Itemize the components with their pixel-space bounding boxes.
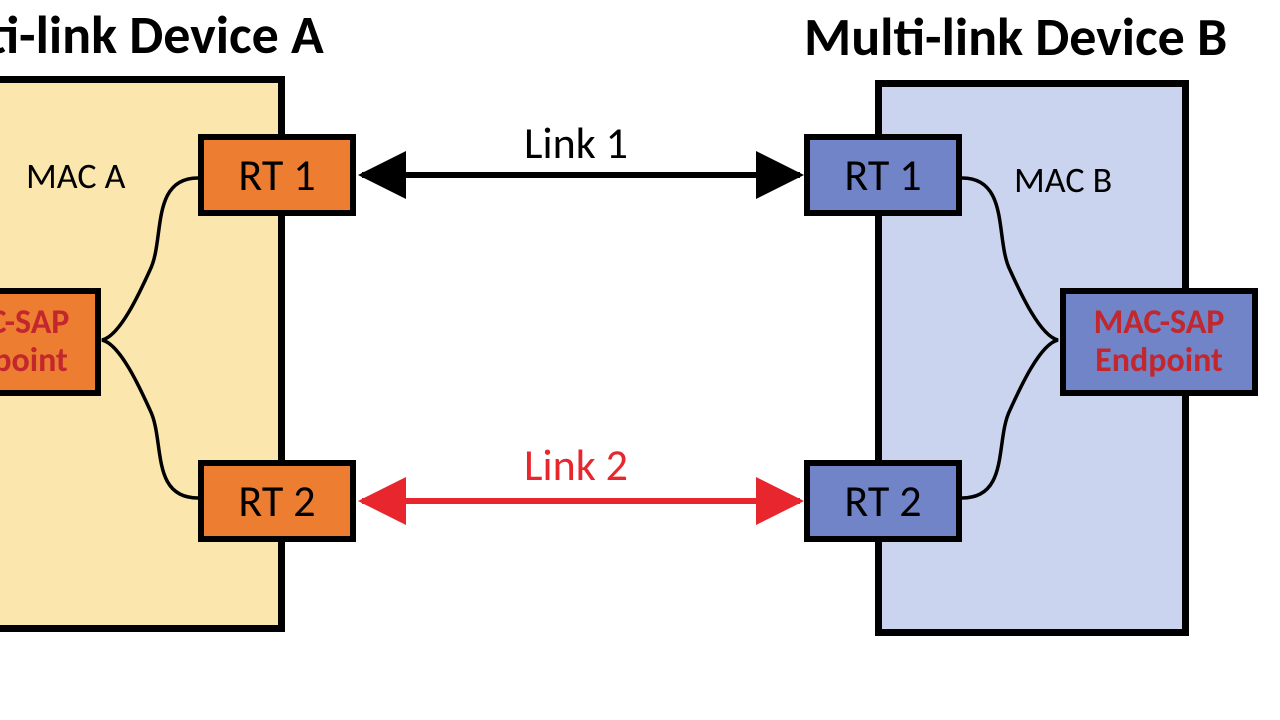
sap-line2: Endpoint <box>1095 342 1223 380</box>
link1-label: Link 1 <box>524 116 628 170</box>
title-device-a: Multi-link Device A <box>0 2 324 68</box>
device-b-rt2: RT 2 <box>804 460 962 542</box>
sap-line1: MAC-SAP <box>0 304 69 342</box>
device-b-sap-endpoint: MAC-SAP Endpoint <box>1060 288 1258 396</box>
mac-a-label: MAC A <box>26 154 126 198</box>
diagram-root: Multi-link Device A Multi-link Device B … <box>0 0 1280 720</box>
sap-line1: MAC-SAP <box>1094 304 1225 342</box>
link2-label: Link 2 <box>524 438 628 492</box>
device-a-sap-endpoint: MAC-SAP Endpoint <box>0 288 101 396</box>
title-device-b: Multi-link Device B <box>804 4 1227 70</box>
device-a-rt1: RT 1 <box>198 134 356 216</box>
device-a-rt2: RT 2 <box>198 460 356 542</box>
sap-line2: Endpoint <box>0 342 68 380</box>
device-b-rt1: RT 1 <box>804 134 962 216</box>
mac-b-label: MAC B <box>1014 158 1112 202</box>
